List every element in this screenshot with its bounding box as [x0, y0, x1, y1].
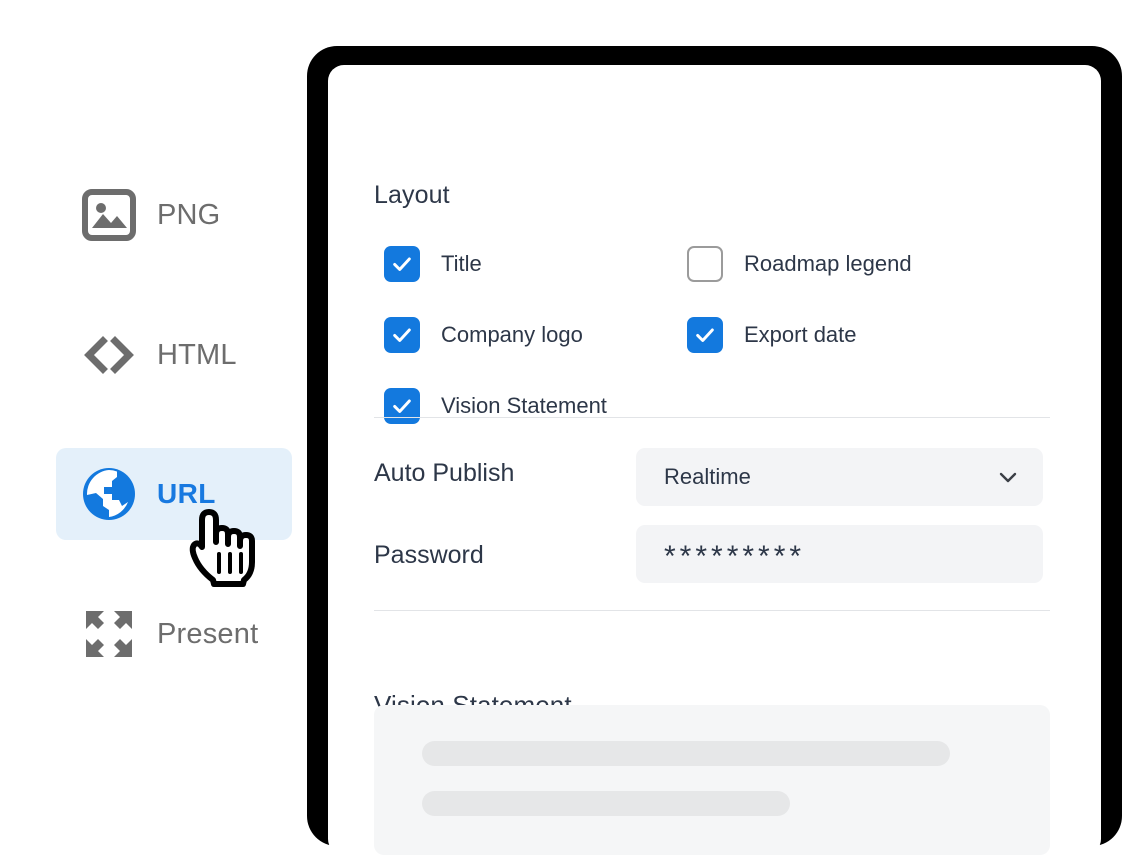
check-icon — [393, 399, 411, 413]
checkbox-label: Vision Statement — [441, 393, 607, 418]
checkbox-title[interactable]: Title — [384, 246, 482, 282]
checkbox-box[interactable] — [384, 246, 420, 282]
globe-icon — [80, 465, 138, 523]
export-option-png[interactable]: PNG — [56, 169, 292, 261]
checkbox-box[interactable] — [384, 388, 420, 424]
export-option-label: Present — [157, 617, 259, 650]
checkbox-company-logo[interactable]: Company logo — [384, 317, 583, 353]
device-frame: Layout Title Company logo Vision Stateme… — [307, 46, 1122, 855]
skeleton-placeholder-line — [422, 791, 790, 816]
password-field[interactable]: ********* — [636, 525, 1043, 583]
code-icon — [80, 326, 138, 384]
export-option-label: PNG — [157, 198, 221, 231]
check-icon — [393, 257, 411, 271]
checkbox-vision-statement[interactable]: Vision Statement — [384, 388, 607, 424]
chevron-down-icon — [997, 466, 1019, 488]
section-divider — [374, 417, 1050, 418]
section-divider — [374, 610, 1050, 611]
auto-publish-label: Auto Publish — [374, 459, 515, 487]
skeleton-placeholder-line — [422, 741, 950, 766]
export-options-list: PNG HTML URL Present — [0, 0, 300, 831]
export-option-label: URL — [157, 478, 216, 509]
password-label: Password — [374, 541, 484, 569]
password-value: ********* — [664, 540, 806, 573]
checkbox-label: Title — [441, 251, 482, 276]
checkbox-label: Company logo — [441, 322, 583, 347]
checkbox-label: Export date — [744, 322, 857, 347]
checkbox-box[interactable] — [687, 317, 723, 353]
auto-publish-value: Realtime — [664, 464, 751, 489]
export-option-url[interactable]: URL — [56, 448, 292, 540]
check-icon — [393, 328, 411, 342]
vision-statement-textarea[interactable] — [374, 705, 1050, 855]
checkbox-roadmap-legend[interactable]: Roadmap legend — [687, 246, 912, 282]
fullscreen-icon — [80, 605, 138, 663]
export-option-html[interactable]: HTML — [56, 309, 292, 401]
auto-publish-select[interactable]: Realtime — [636, 448, 1043, 506]
layout-section-title: Layout — [374, 181, 450, 209]
export-option-label: HTML — [157, 338, 237, 371]
checkbox-label: Roadmap legend — [744, 251, 912, 276]
checkbox-export-date[interactable]: Export date — [687, 317, 857, 353]
image-icon — [80, 186, 138, 244]
device-screen: Layout Title Company logo Vision Stateme… — [328, 65, 1101, 855]
check-icon — [696, 328, 714, 342]
checkbox-box[interactable] — [384, 317, 420, 353]
export-option-present[interactable]: Present — [56, 588, 292, 680]
export-settings-panel: Layout Title Company logo Vision Stateme… — [328, 65, 1101, 855]
checkbox-box[interactable] — [687, 246, 723, 282]
